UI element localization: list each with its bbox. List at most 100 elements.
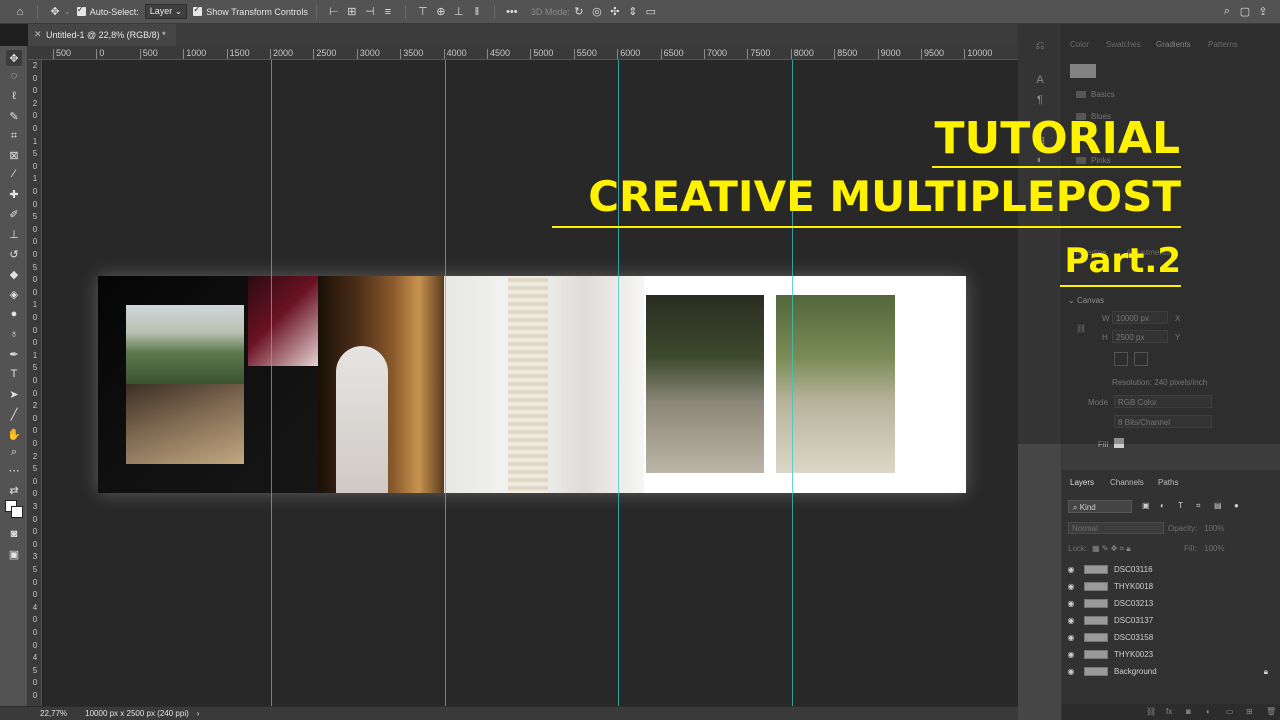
lasso-tool-icon[interactable]: ℓ [6, 88, 22, 104]
visibility-eye-icon[interactable]: ◉ [1064, 565, 1078, 574]
share-icon[interactable]: ⇪ [1254, 3, 1272, 21]
layer-row[interactable]: ◉ DSC03158 [1064, 629, 1278, 646]
quick-mask-icon[interactable]: ◙ [6, 526, 22, 542]
move-tool-icon[interactable]: ✥ [6, 50, 22, 66]
healing-brush-tool-icon[interactable]: ✚ [6, 186, 22, 202]
3d-video-icon[interactable]: ▭ [642, 3, 660, 21]
delete-layer-icon[interactable]: 🗑︎ [1266, 707, 1276, 716]
search-icon[interactable]: ⌕ [1218, 3, 1236, 21]
close-tab-icon[interactable]: ✕ [34, 29, 42, 40]
screen-mode-icon[interactable]: ▣ [6, 546, 22, 562]
document-tab[interactable]: ✕ Untitled-1 @ 22,8% (RGB/8) * [28, 24, 176, 46]
path-select-tool-icon[interactable]: ➤ [6, 386, 22, 402]
3d-orbit-icon[interactable]: ↻ [570, 3, 588, 21]
visibility-eye-icon[interactable]: ◉ [1064, 599, 1078, 608]
visibility-eye-icon[interactable]: ◉ [1064, 616, 1078, 625]
document-info[interactable]: 10000 px x 2500 px (240 ppi) [85, 709, 189, 718]
ruler-tick [921, 49, 922, 59]
align-top-icon[interactable]: ⊤ [414, 3, 432, 21]
workspace-icon[interactable]: ▢ [1236, 3, 1254, 21]
swap-colors-icon[interactable]: ⇄ [6, 482, 22, 498]
guide-line[interactable] [445, 60, 446, 706]
fill-opacity-value[interactable]: 100% [1204, 544, 1224, 553]
align-hcenter-icon[interactable]: ⊞ [343, 3, 361, 21]
ruler-label: 5000 [533, 48, 554, 58]
marquee-tool-icon[interactable]: ◌ [6, 68, 22, 84]
blur-tool-icon[interactable]: ● [6, 306, 22, 322]
auto-select-checkbox[interactable] [76, 4, 86, 16]
eyedropper-tool-icon[interactable]: ⁄ [6, 166, 22, 182]
quick-select-tool-icon[interactable]: ✎ [6, 108, 22, 124]
more-tools-icon[interactable]: ⋯ [6, 462, 22, 478]
distribute-vertical-icon[interactable]: ‖ [468, 3, 486, 21]
3d-roll-icon[interactable]: ◎ [588, 3, 606, 21]
filter-adjustment-icon[interactable]: ◐ [1160, 501, 1165, 510]
layer-lock-icon[interactable]: 🔒︎ [1264, 667, 1268, 677]
home-icon[interactable]: ⌂ [11, 3, 29, 21]
pen-tool-icon[interactable]: ✒ [6, 346, 22, 362]
layer-row[interactable]: ◉ DSC03213 [1064, 595, 1278, 612]
status-chevron-icon[interactable]: › [197, 709, 200, 718]
eraser-tool-icon[interactable]: ◆ [6, 266, 22, 282]
dodge-tool-icon[interactable]: ♁ [6, 326, 22, 342]
layer-row[interactable]: ◉ THYK0018 [1064, 578, 1278, 595]
tab-layers[interactable]: Layers [1070, 478, 1094, 487]
tab-channels[interactable]: Channels [1110, 478, 1144, 487]
history-brush-tool-icon[interactable]: ↺ [6, 246, 22, 262]
guide-line[interactable] [271, 60, 272, 706]
filter-shape-icon[interactable]: ⌗ [1196, 501, 1201, 511]
frame-tool-icon[interactable]: ⊠ [6, 147, 22, 163]
new-adjustment-icon[interactable]: ◐ [1206, 707, 1211, 716]
tab-paths[interactable]: Paths [1158, 478, 1178, 487]
3d-slide-icon[interactable]: ⇕ [624, 3, 642, 21]
layer-row[interactable]: ◉ DSC03116 [1064, 561, 1278, 578]
ruler-label: 6500 [663, 48, 684, 58]
opacity-value[interactable]: 100% [1204, 524, 1224, 533]
background-color-swatch[interactable] [11, 506, 23, 518]
link-layers-icon[interactable]: ⛓ [1146, 707, 1156, 716]
blend-mode-dropdown[interactable]: Normal [1068, 522, 1164, 534]
paint-bucket-tool-icon[interactable]: ◈ [6, 286, 22, 302]
move-tool-icon[interactable]: ✥ [46, 3, 64, 21]
align-left-icon[interactable]: ⊢ [325, 3, 343, 21]
layer-row[interactable]: ◉ THYK0023 [1064, 646, 1278, 663]
lock-pixels-icon[interactable]: ▦ ✎ ✥ ⌗ 🔒︎ [1092, 544, 1131, 554]
ruler-label: 0 [32, 426, 38, 436]
line-tool-icon[interactable]: ╱ [6, 406, 22, 422]
tool-preset-chevron-icon[interactable]: ⌄ [64, 7, 71, 16]
distribute-icon[interactable]: ≡ [379, 3, 397, 21]
type-tool-icon[interactable]: T [6, 366, 22, 382]
layer-row[interactable]: ◉ Background 🔒︎ [1064, 663, 1278, 680]
new-layer-icon[interactable]: ⊞ [1246, 707, 1253, 716]
filter-toggle-icon[interactable]: ● [1234, 501, 1239, 510]
visibility-eye-icon[interactable]: ◉ [1064, 667, 1078, 676]
layer-row[interactable]: ◉ DSC03137 [1064, 612, 1278, 629]
ruler-label: 0 [32, 439, 38, 448]
more-options-icon[interactable]: ••• [503, 3, 521, 21]
auto-select-dropdown[interactable]: Layer ⌄ [144, 4, 188, 19]
add-mask-icon[interactable]: ◙ [1186, 707, 1191, 716]
filter-smart-object-icon[interactable]: ▤ [1214, 501, 1222, 510]
new-group-icon[interactable]: ▭ [1226, 707, 1234, 716]
filter-pixel-icon[interactable]: ▣ [1142, 501, 1150, 510]
visibility-eye-icon[interactable]: ◉ [1064, 582, 1078, 591]
zoom-level[interactable]: 22,77% [40, 709, 67, 718]
show-transform-checkbox[interactable] [193, 4, 203, 16]
hand-tool-icon[interactable]: ✋ [6, 426, 22, 442]
filter-type-icon[interactable]: T [1178, 501, 1183, 510]
brush-tool-icon[interactable]: ✐ [6, 206, 22, 222]
3d-drag-icon[interactable]: ✣ [606, 3, 624, 21]
layer-style-icon[interactable]: fx [1166, 707, 1172, 716]
align-vcenter-icon[interactable]: ⊕ [432, 3, 450, 21]
visibility-eye-icon[interactable]: ◉ [1064, 650, 1078, 659]
align-right-icon[interactable]: ⊣ [361, 3, 379, 21]
layer-filter-kind-dropdown[interactable]: ⌕ Kind [1068, 500, 1132, 513]
guide-line[interactable] [618, 60, 619, 706]
crop-tool-icon[interactable]: ⌗ [6, 128, 22, 144]
clone-stamp-tool-icon[interactable]: ⊥ [6, 226, 22, 242]
multipost-photo-strip[interactable] [98, 276, 966, 493]
zoom-tool-icon[interactable]: ⌕ [6, 444, 22, 460]
guide-line[interactable] [792, 60, 793, 706]
visibility-eye-icon[interactable]: ◉ [1064, 633, 1078, 642]
align-bottom-icon[interactable]: ⊥ [450, 3, 468, 21]
